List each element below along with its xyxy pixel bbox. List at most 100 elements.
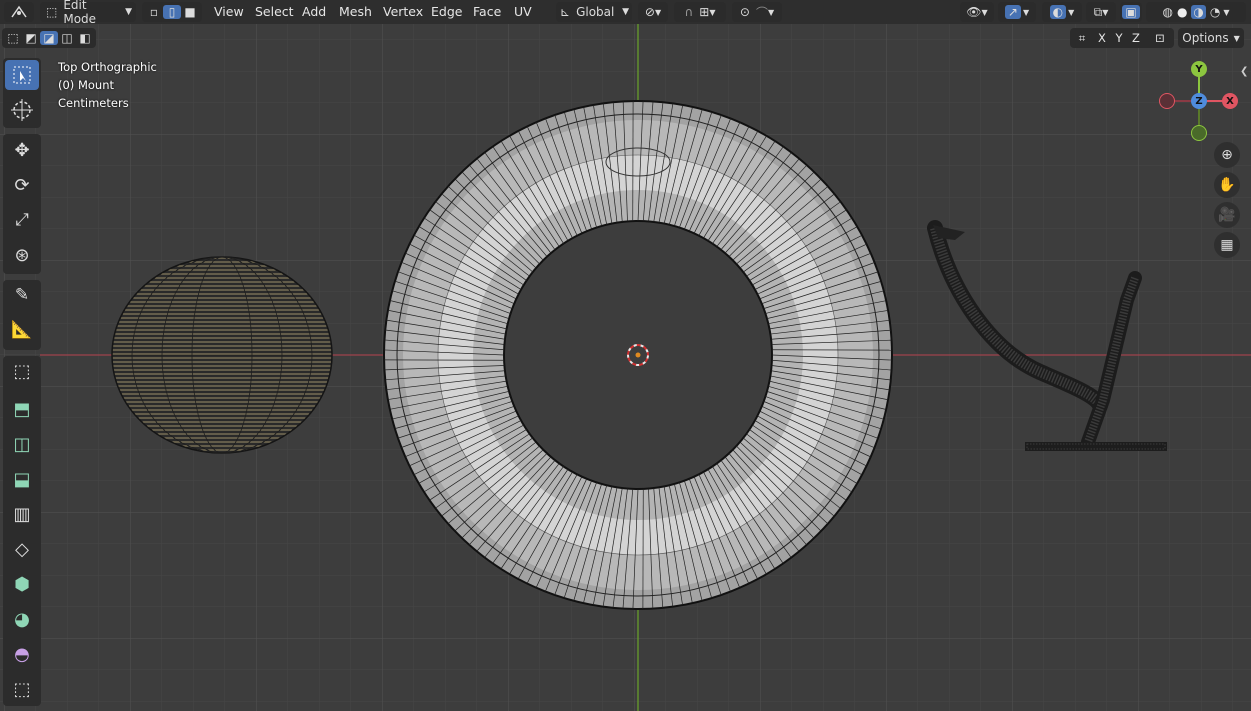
smooth-icon[interactable]: ◓ xyxy=(5,639,39,669)
menu-face[interactable]: Face xyxy=(473,4,501,20)
menu-mesh[interactable]: Mesh xyxy=(339,4,372,20)
units-label: Centimeters xyxy=(58,96,129,110)
menu-view[interactable]: View xyxy=(214,4,244,20)
chevron-down-icon: ▼ xyxy=(1102,7,1109,17)
inset-icon[interactable]: ◫ xyxy=(5,429,39,459)
move-icon[interactable]: ✥ xyxy=(5,135,39,165)
camera-view-icon[interactable]: 🎥 xyxy=(1214,202,1240,228)
snapping-group[interactable]: ∩ ⊞ ▼ xyxy=(674,2,726,22)
transform-orientation-dropdown[interactable]: ⊾ Global ▼ xyxy=(556,2,632,22)
gizmo-z-axis[interactable]: Z xyxy=(1191,93,1207,109)
mode-dropdown[interactable]: ⬚ Edit Mode ▼ xyxy=(40,0,136,26)
select-new-icon[interactable]: ⬚ xyxy=(4,31,22,45)
topology-mirror-icon[interactable]: ⊡ xyxy=(1152,29,1168,47)
loop-cut-icon[interactable]: ▥ xyxy=(5,499,39,529)
vertex-select-icon[interactable]: ▫ xyxy=(145,5,163,19)
orientation-label: Global xyxy=(576,5,615,19)
chevron-down-icon: ▼ xyxy=(767,7,775,17)
edit-mode-icon: ⬚ xyxy=(46,5,58,19)
menu-edge[interactable]: Edge xyxy=(431,4,462,20)
gizmo-neg-y-axis[interactable] xyxy=(1191,125,1207,141)
pan-hand-icon[interactable]: ✋ xyxy=(1214,172,1240,198)
knife-icon[interactable]: ◇ xyxy=(5,534,39,564)
material-shading-icon[interactable]: ◑ xyxy=(1191,5,1206,19)
select-invert-icon[interactable]: ◫ xyxy=(58,31,76,45)
extrude-icon[interactable]: ⬒ xyxy=(5,394,39,424)
menu-select[interactable]: Select xyxy=(255,4,294,20)
overlays-dropdown[interactable]: ◐ ▼ xyxy=(1042,2,1082,22)
visibility-dropdown[interactable]: 👁 ▼ xyxy=(960,2,994,22)
header-bar: ⬚ Edit Mode ▼ ▫ ▯ ■ View Select Add Mesh… xyxy=(0,0,1251,26)
menu-uv[interactable]: UV xyxy=(514,4,532,20)
solid-shading-icon[interactable]: ● xyxy=(1177,5,1187,19)
bevel-icon[interactable]: ⬓ xyxy=(5,464,39,494)
proportional-edit-icon: ⊙ xyxy=(739,5,750,19)
editor-type-button[interactable] xyxy=(4,2,34,22)
select-subtract-icon[interactable]: ◪ xyxy=(40,31,58,45)
select-box-icon[interactable] xyxy=(5,60,39,90)
proportional-edit-group[interactable]: ⊙ ⌒ ▼ xyxy=(732,2,782,22)
select-extend-icon[interactable]: ◩ xyxy=(22,31,40,45)
poly-build-icon[interactable]: ⬢ xyxy=(5,569,39,599)
object-name: (0) Mount xyxy=(58,78,114,92)
menu-vertex[interactable]: Vertex xyxy=(383,4,423,20)
rotate-icon[interactable]: ⟳ xyxy=(5,170,39,200)
chevron-down-icon: ▼ xyxy=(654,7,662,17)
select-mode-group: ▫ ▯ ■ xyxy=(142,2,202,22)
mirror-x-toggle[interactable]: X xyxy=(1094,29,1110,47)
spin-icon[interactable]: ◕ xyxy=(5,604,39,634)
measure-icon[interactable]: 📐 xyxy=(5,315,39,345)
chevron-down-icon: ▼ xyxy=(1233,33,1240,43)
transform-icon[interactable]: ⊛ xyxy=(5,240,39,270)
xray-toggle[interactable]: ▣ xyxy=(1120,2,1142,22)
ortho-grid-icon[interactable]: ▦ xyxy=(1214,232,1240,258)
wireframe-shading-icon[interactable]: ◍ xyxy=(1162,5,1172,19)
mirror-y-toggle[interactable]: Y xyxy=(1111,29,1127,47)
mesh-overlay-icon: ⧉ xyxy=(1093,4,1103,19)
menu-add[interactable]: Add xyxy=(302,4,326,20)
selection-mode-group: ⬚ ◩ ◪ ◫ ◧ xyxy=(2,28,96,48)
options-dropdown[interactable]: Options ▼ xyxy=(1178,28,1244,48)
face-select-icon[interactable]: ■ xyxy=(181,5,199,19)
mesh-edit-overlays-dropdown[interactable]: ⧉ ▼ xyxy=(1086,2,1116,22)
gizmo-neg-x-axis[interactable] xyxy=(1159,93,1175,109)
chevron-down-icon: ▼ xyxy=(709,7,716,17)
sphere-mesh[interactable] xyxy=(111,256,333,454)
options-label: Options xyxy=(1182,31,1229,45)
mirror-icon: ⌗ xyxy=(1078,30,1086,45)
gizmo-dropdown[interactable]: ↗ ▼ xyxy=(998,2,1036,22)
collapse-arrow-icon[interactable]: ❮ xyxy=(1240,66,1248,77)
3d-viewport-icon xyxy=(11,5,27,18)
toolbar: ✥ ⟳ ⤢ ⊛ ✎ 📐 ⬚ ⬒ ◫ ⬓ ▥ ◇ ⬢ ◕ ◓ ⬚ xyxy=(3,58,41,708)
shrink-fatten-icon[interactable]: ⬚ xyxy=(5,674,39,704)
pivot-point-dropdown[interactable]: ⊘ ▼ xyxy=(638,2,668,22)
rendered-shading-icon[interactable]: ◔ xyxy=(1210,5,1220,19)
snap-target-icon: ⊞ xyxy=(699,5,710,19)
select-intersect-icon[interactable]: ◧ xyxy=(76,31,94,45)
gizmo-x-axis[interactable]: X xyxy=(1222,93,1238,109)
scale-icon[interactable]: ⤢ xyxy=(5,205,39,235)
overlays-icon: ◐ xyxy=(1049,5,1067,19)
cursor-icon[interactable] xyxy=(5,95,39,125)
annotate-icon[interactable]: ✎ xyxy=(5,280,39,310)
chevron-down-icon: ▼ xyxy=(981,7,988,17)
magnet-icon: ∩ xyxy=(684,5,694,19)
chevron-down-icon: ▼ xyxy=(1022,7,1030,17)
chevron-down-icon[interactable]: ▼ xyxy=(1223,8,1229,17)
add-cube-icon[interactable]: ⬚ xyxy=(5,356,39,386)
zoom-icon[interactable]: ⊕ xyxy=(1214,142,1240,168)
edge-select-icon[interactable]: ▯ xyxy=(163,5,181,19)
falloff-icon: ⌒ xyxy=(755,5,768,20)
orientation-icon: ⊾ xyxy=(560,5,571,19)
viewport[interactable] xyxy=(0,0,1251,711)
mode-label: Edit Mode xyxy=(63,0,97,26)
gizmo-icon: ↗ xyxy=(1004,5,1021,19)
chevron-down-icon: ▼ xyxy=(125,7,132,17)
eye-icon: 👁 xyxy=(966,5,982,19)
xray-icon: ▣ xyxy=(1122,5,1140,19)
chevron-down-icon: ▼ xyxy=(1068,7,1075,17)
view-name: Top Orthographic xyxy=(58,60,157,74)
mirror-z-toggle[interactable]: Z xyxy=(1128,29,1144,47)
pivot-icon: ⊘ xyxy=(644,5,655,19)
gizmo-y-axis[interactable]: Y xyxy=(1191,61,1207,77)
